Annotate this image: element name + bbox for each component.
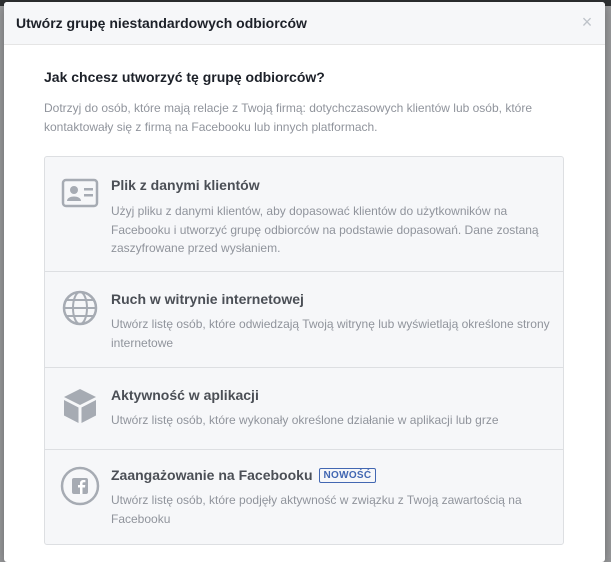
contact-card-icon: [60, 173, 100, 213]
new-badge: NOWOŚĆ: [318, 468, 377, 483]
app-box-icon: [60, 386, 100, 426]
audience-source-options: Plik z danymi klientów Użyj pliku z dany…: [44, 156, 564, 545]
globe-icon: [60, 288, 100, 328]
option-customer-file[interactable]: Plik z danymi klientów Użyj pliku z dany…: [45, 157, 563, 272]
option-description: Utwórz listę osób, które wykonały określ…: [111, 413, 499, 427]
dialog-question: Jak chcesz utworzyć tę grupę odbiorców?: [44, 69, 325, 85]
option-description: Użyj pliku z danymi klientów, aby dopaso…: [111, 204, 539, 255]
option-description: Utwórz listę osób, które podjęły aktywno…: [111, 493, 522, 526]
facebook-icon: [60, 466, 100, 506]
option-description: Utwórz listę osób, które odwiedzają Twoj…: [111, 317, 550, 350]
option-title: Zaangażowanie na Facebooku: [111, 467, 313, 483]
option-facebook-engagement[interactable]: Zaangażowanie na Facebooku NOWOŚĆ Utwórz …: [45, 450, 563, 544]
custom-audience-dialog: Utwórz grupę niestandardowych odbiorców …: [4, 2, 605, 562]
dialog-title: Utwórz grupę niestandardowych odbiorców: [16, 15, 307, 31]
dialog-intro: Dotrzyj do osób, które mają relacje z Tw…: [44, 101, 532, 134]
option-title: Aktywność w aplikacji: [111, 387, 259, 403]
close-icon[interactable]: ×: [579, 13, 595, 31]
option-title: Ruch w witrynie internetowej: [111, 291, 304, 307]
option-title: Plik z danymi klientów: [111, 177, 260, 193]
option-app-activity[interactable]: Aktywność w aplikacji Utwórz listę osób,…: [45, 368, 563, 450]
dialog-header: Utwórz grupę niestandardowych odbiorców …: [4, 2, 605, 45]
option-website-traffic[interactable]: Ruch w witrynie internetowej Utwórz list…: [45, 272, 563, 368]
option-title-row: Zaangażowanie na Facebooku NOWOŚĆ: [111, 467, 377, 483]
